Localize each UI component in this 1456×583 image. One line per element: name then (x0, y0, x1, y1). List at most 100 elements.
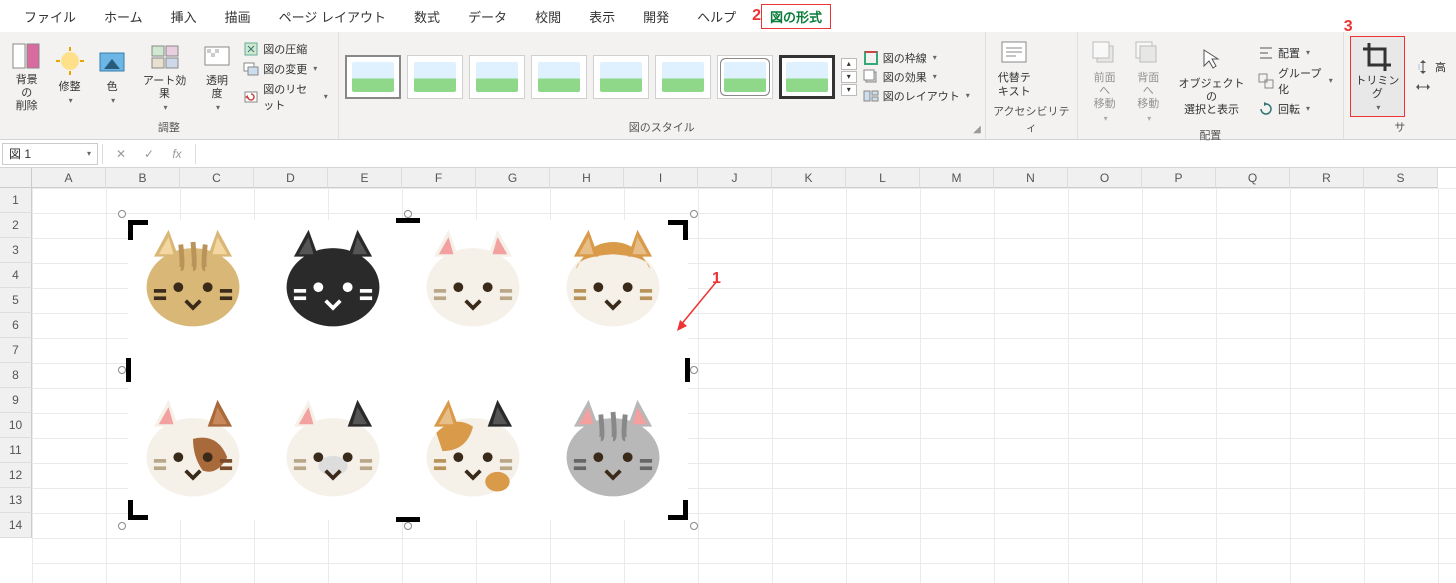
menu-formulas[interactable]: 数式 (400, 3, 454, 30)
change-picture-button[interactable]: 図の変更▾ (239, 60, 332, 78)
style-thumb[interactable] (345, 55, 401, 99)
resize-handle[interactable] (404, 522, 412, 530)
resize-handle[interactable] (690, 366, 698, 374)
bring-forward-button[interactable]: 前面へ 移動▾ (1084, 36, 1126, 125)
height-field[interactable]: 高 (1411, 58, 1450, 76)
group-button[interactable]: グループ化▾ (1254, 64, 1337, 98)
corrections-button[interactable]: 修整▾ (49, 36, 89, 117)
menu-insert[interactable]: 挿入 (157, 3, 211, 30)
menu-page-layout[interactable]: ページ レイアウト (265, 3, 400, 30)
column-header[interactable]: D (254, 168, 328, 188)
color-button[interactable]: 色▾ (92, 36, 132, 117)
picture-layout-button[interactable]: 図のレイアウト▾ (859, 87, 979, 105)
row-header[interactable]: 7 (0, 338, 32, 363)
remove-background-button[interactable]: 背景の 削除 (6, 36, 47, 117)
resize-handle[interactable] (690, 522, 698, 530)
crop-handle-side[interactable] (126, 358, 131, 382)
column-header[interactable]: P (1142, 168, 1216, 188)
crop-handle-side[interactable] (396, 218, 420, 223)
column-header[interactable]: E (328, 168, 402, 188)
align-button[interactable]: 配置▾ (1254, 44, 1337, 62)
width-field[interactable] (1411, 78, 1450, 96)
menu-draw[interactable]: 描画 (211, 3, 265, 30)
picture-border-button[interactable]: 図の枠線▾ (859, 49, 979, 67)
column-header[interactable]: B (106, 168, 180, 188)
rotate-button[interactable]: 回転▾ (1254, 100, 1337, 118)
column-header[interactable]: G (476, 168, 550, 188)
style-thumb[interactable] (593, 55, 649, 99)
style-thumb[interactable] (655, 55, 711, 99)
cancel-formula-button[interactable]: ✕ (107, 147, 135, 161)
column-header[interactable]: F (402, 168, 476, 188)
cells-area[interactable]: 1 (32, 188, 1456, 583)
row-header[interactable]: 11 (0, 438, 32, 463)
row-header[interactable]: 9 (0, 388, 32, 413)
resize-handle[interactable] (404, 210, 412, 218)
transparency-button[interactable]: 透明 度▾ (197, 36, 237, 117)
column-header[interactable]: H (550, 168, 624, 188)
artistic-effects-button[interactable]: アート効果▾ (134, 36, 194, 117)
gallery-more-button[interactable]: ▾ (841, 84, 857, 96)
column-header[interactable]: N (994, 168, 1068, 188)
crop-button[interactable]: トリミング▾ (1350, 36, 1405, 117)
menu-review[interactable]: 校閲 (521, 3, 575, 30)
column-header[interactable]: A (32, 168, 106, 188)
select-all-corner[interactable] (0, 168, 32, 188)
style-thumb[interactable] (531, 55, 587, 99)
row-header[interactable]: 10 (0, 413, 32, 438)
resize-handle[interactable] (118, 210, 126, 218)
name-box[interactable]: 図 1 ▾ (2, 143, 98, 165)
inserted-picture[interactable] (128, 220, 688, 520)
row-header[interactable]: 8 (0, 363, 32, 388)
fx-button[interactable]: fx (163, 147, 191, 161)
name-box-dropdown-icon[interactable]: ▾ (87, 149, 91, 158)
crop-handle-corner[interactable] (128, 500, 133, 520)
column-header[interactable]: L (846, 168, 920, 188)
compress-pictures-button[interactable]: 図の圧縮 (239, 40, 332, 58)
picture-styles-gallery[interactable]: ▴ ▾ ▾ (345, 36, 857, 117)
menu-view[interactable]: 表示 (575, 3, 629, 30)
alt-text-button[interactable]: 代替テ キスト (992, 36, 1037, 101)
resize-handle[interactable] (118, 366, 126, 374)
column-header[interactable]: C (180, 168, 254, 188)
menu-data[interactable]: データ (454, 3, 521, 30)
gallery-up-button[interactable]: ▴ (841, 58, 857, 70)
send-backward-button[interactable]: 背面へ 移動▾ (1127, 36, 1169, 125)
row-header[interactable]: 13 (0, 488, 32, 513)
style-thumb[interactable] (779, 55, 835, 99)
row-header[interactable]: 6 (0, 313, 32, 338)
row-header[interactable]: 3 (0, 238, 32, 263)
crop-handle-corner[interactable] (683, 500, 688, 520)
gallery-down-button[interactable]: ▾ (841, 71, 857, 83)
row-header[interactable]: 2 (0, 213, 32, 238)
crop-handle-corner[interactable] (683, 220, 688, 240)
resize-handle[interactable] (690, 210, 698, 218)
row-header[interactable]: 4 (0, 263, 32, 288)
row-header[interactable]: 5 (0, 288, 32, 313)
menu-developer[interactable]: 開発 (629, 3, 683, 30)
row-header[interactable]: 1 (0, 188, 32, 213)
column-header[interactable]: Q (1216, 168, 1290, 188)
menu-home[interactable]: ホーム (90, 3, 157, 30)
column-header[interactable]: J (698, 168, 772, 188)
style-thumb[interactable] (407, 55, 463, 99)
column-header[interactable]: O (1068, 168, 1142, 188)
enter-formula-button[interactable]: ✓ (135, 147, 163, 161)
picture-effects-button[interactable]: 図の効果▾ (859, 68, 979, 86)
reset-picture-button[interactable]: 図のリセット▾ (239, 80, 332, 114)
menu-help[interactable]: ヘルプ (683, 3, 750, 30)
resize-handle[interactable] (118, 522, 126, 530)
menu-file[interactable]: ファイル (10, 3, 90, 30)
selection-pane-button[interactable]: オブジェクトの 選択と表示 (1171, 36, 1252, 125)
crop-handle-corner[interactable] (128, 220, 133, 240)
style-thumb[interactable] (717, 55, 773, 99)
row-header[interactable]: 12 (0, 463, 32, 488)
column-header[interactable]: K (772, 168, 846, 188)
column-header[interactable]: M (920, 168, 994, 188)
menu-picture-format[interactable]: 図の形式 (761, 4, 831, 29)
styles-dialog-launcher[interactable]: ◢ (973, 124, 981, 135)
column-header[interactable]: S (1364, 168, 1438, 188)
column-header[interactable]: I (624, 168, 698, 188)
column-header[interactable]: R (1290, 168, 1364, 188)
row-header[interactable]: 14 (0, 513, 32, 538)
